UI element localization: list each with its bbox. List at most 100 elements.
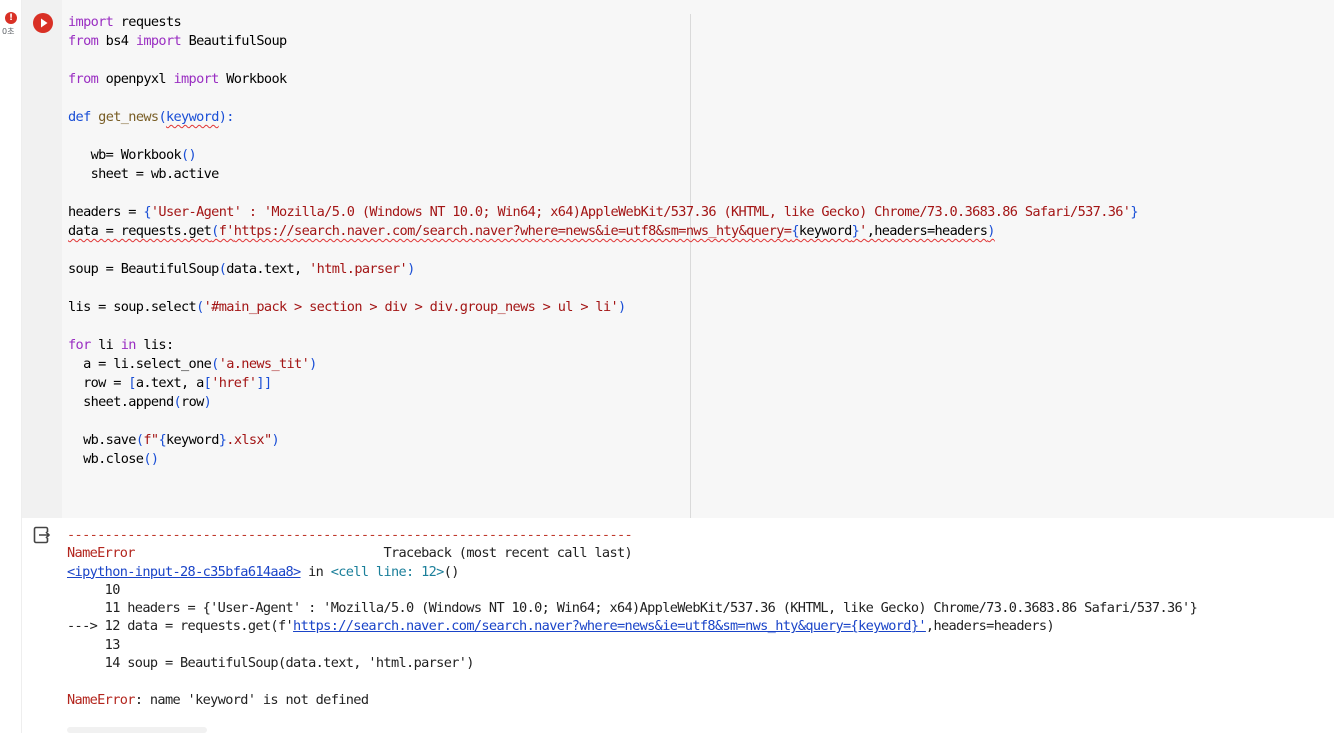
code-line: wb.close() — [68, 450, 1138, 469]
token: openpyxl — [98, 71, 174, 87]
token: Workbook — [218, 71, 287, 87]
token: <cell line: 12> — [330, 563, 445, 580]
token: li — [90, 337, 121, 353]
token: ]] — [256, 375, 272, 391]
token: import — [68, 14, 114, 30]
token: sheet.append — [68, 394, 174, 410]
token: 13 — [67, 636, 121, 653]
token: NameError — [67, 545, 135, 562]
token: ----------------------------------------… — [67, 527, 633, 543]
token: ( — [211, 223, 219, 239]
token: wb.close — [68, 451, 144, 467]
token: ) — [203, 394, 212, 410]
token: import — [173, 71, 219, 87]
token: 14 soup = BeautifulSoup(data.text, 'html… — [67, 655, 475, 672]
output-line: 14 soup = BeautifulSoup(data.text, 'html… — [67, 654, 1197, 672]
output-line: ---> 12 data = requests.get(f'https://se… — [67, 617, 1197, 635]
run-cell-button[interactable] — [33, 13, 53, 33]
code-line: wb= Workbook() — [68, 146, 1138, 165]
token: from — [68, 33, 99, 49]
code-line: for li in lis: — [68, 336, 1138, 355]
token: { — [143, 204, 151, 220]
token: : name 'keyword' is not defined — [134, 691, 369, 708]
token: in — [300, 563, 331, 580]
token: () — [443, 563, 460, 580]
token: ) — [407, 261, 415, 277]
traceback-output: ----------------------------------------… — [67, 526, 1198, 709]
token: ) — [987, 223, 995, 239]
token: https://search.naver.com/search.naver?wh… — [233, 223, 792, 239]
token: headers = — [68, 204, 144, 220]
token: requests — [113, 14, 182, 30]
code-line: from bs4 import BeautifulSoup — [68, 32, 1138, 51]
token: NameError — [67, 691, 135, 708]
code-content[interactable]: import requests from bs4 import Beautiful… — [68, 13, 1138, 469]
token: data.text, — [226, 261, 310, 277]
output-line: ----------------------------------------… — [67, 526, 1197, 544]
code-line: headers = {'User-Agent' : 'Mozilla/5.0 (… — [68, 203, 1138, 222]
token: wb= Workbook — [68, 147, 182, 163]
output-line: NameError: name 'keyword' is not defined — [67, 691, 1197, 709]
token: keyword — [165, 432, 219, 448]
token: 11 headers = {'User-Agent' : 'Mozilla/5.… — [67, 600, 1198, 617]
output-line: NameError Traceback (most recent call la… — [67, 544, 1197, 562]
output-line: <ipython-input-28-c35bfa614aa8> in <cell… — [67, 563, 1197, 581]
token: for — [68, 337, 91, 353]
code-line: from openpyxl import Workbook — [68, 70, 1138, 89]
token[interactable]: https://search.naver.com/search.naver?wh… — [293, 618, 927, 634]
token: { — [791, 223, 799, 239]
token: row — [181, 394, 204, 410]
token: BeautifulSoup — [181, 33, 288, 49]
cell-gutter — [22, 0, 62, 518]
code-line: lis = soup.select('#main_pack > section … — [68, 298, 1138, 317]
token: () — [181, 147, 197, 163]
token[interactable]: <ipython-input-28-c35bfa614aa8> — [67, 564, 301, 580]
token: ) — [618, 299, 626, 315]
token: ) — [271, 432, 280, 448]
token: soup = BeautifulSoup — [68, 261, 219, 277]
code-line: sheet.append(row) — [68, 393, 1138, 412]
output-scrollbar[interactable] — [67, 727, 207, 733]
token: wb.save — [68, 432, 136, 448]
output-line: 13 — [67, 636, 1197, 654]
token: lis: — [135, 337, 174, 353]
token: ( — [196, 299, 204, 315]
token: } — [1130, 204, 1138, 220]
code-line: a = li.select_one('a.news_tit') — [68, 355, 1138, 374]
play-circle-icon — [41, 18, 48, 28]
token: ' — [859, 223, 867, 239]
code-line: soup = BeautifulSoup(data.text, 'html.pa… — [68, 260, 1138, 279]
token: ,headers=headers — [866, 223, 988, 239]
output-exit-icon[interactable] — [33, 526, 51, 544]
token: { — [158, 432, 166, 448]
token: f' — [218, 223, 235, 239]
execution-time: 0초 — [2, 27, 15, 36]
token: row = — [68, 375, 129, 391]
error-badge-icon: ! — [5, 12, 17, 24]
token: ,headers=headers) — [925, 618, 1055, 635]
cell-status-gutter: ! 0초 — [0, 0, 22, 733]
token: get_news — [98, 109, 159, 125]
token: data = requests.get — [68, 223, 212, 239]
output-line: 10 — [67, 581, 1197, 599]
token: ( — [173, 394, 182, 410]
code-line: wb.save(f"{keyword}.xlsx") — [68, 431, 1138, 450]
token: ( — [158, 109, 166, 125]
token: import — [135, 33, 182, 49]
token: in — [120, 337, 137, 353]
token: 10 — [67, 581, 121, 598]
token: from — [68, 71, 99, 87]
token: a = li.select_one — [68, 356, 212, 372]
token: 'html.parser' — [309, 261, 408, 277]
code-line: sheet = wb.active — [68, 165, 1138, 184]
token: ---> 12 data = requests.get(f' — [67, 618, 294, 635]
token: 'a.news_tit' — [218, 356, 310, 372]
